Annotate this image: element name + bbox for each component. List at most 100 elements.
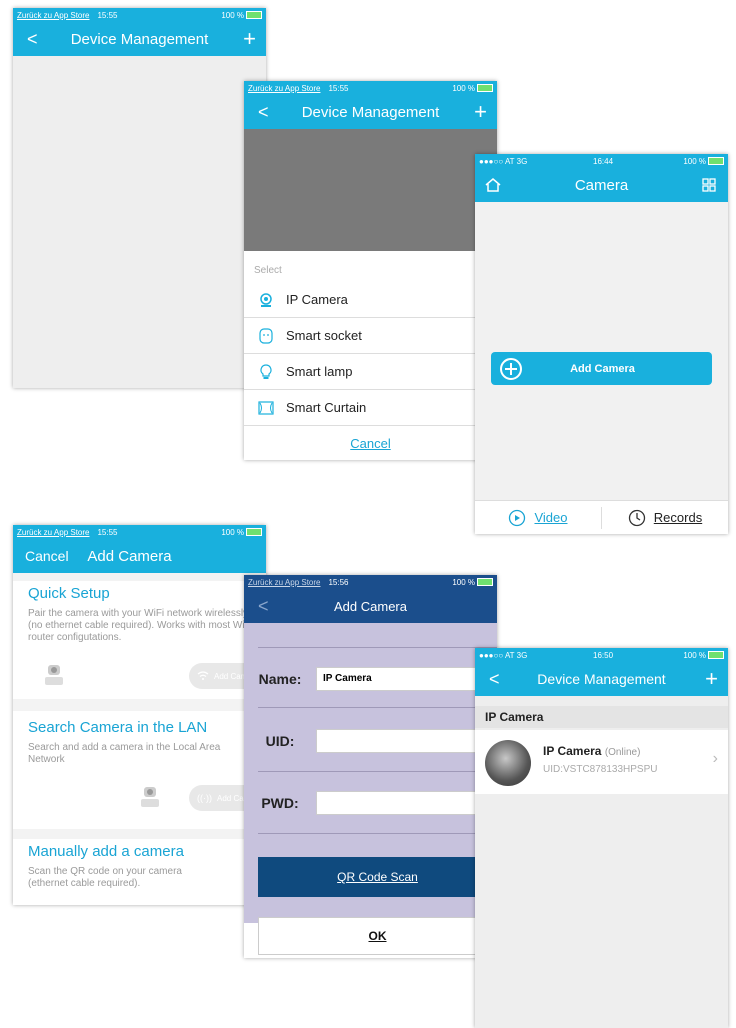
phone-add-camera-form: Zurück zu App Store 15:56 100 % < Add Ca… <box>244 575 497 958</box>
section-body: Search and add a camera in the Local Are… <box>28 742 221 765</box>
back-to-app-store-link[interactable]: Zurück zu App Store <box>248 578 320 587</box>
add-plus-icon[interactable]: + <box>705 662 718 696</box>
device-option-label: Smart socket <box>286 328 362 343</box>
section-heading: Quick Setup <box>28 585 110 602</box>
phone-camera-home: ●●●○○ AT 3G 16:44 100 % Camera Add Camer… <box>475 154 728 534</box>
back-chevron-icon[interactable]: < <box>489 662 500 696</box>
carrier: ●●●○○ AT 3G <box>479 156 528 166</box>
section-manual-add: Manually add a camera Scan the QR code o… <box>13 839 266 905</box>
device-uid: UID:VSTC878133HPSPU <box>543 764 658 775</box>
status-bar: ●●●○○ AT 3G 16:44 100 % <box>475 154 728 168</box>
nav-bar: < Add Camera <box>244 589 497 623</box>
uid-input[interactable] <box>316 729 497 753</box>
tab-video[interactable]: Video <box>475 509 601 527</box>
plus-circle-icon <box>500 357 522 380</box>
page-title: Add Camera <box>87 547 172 565</box>
section-header: IP Camera <box>475 706 728 728</box>
battery-icon <box>477 578 493 586</box>
grid-view-icon[interactable] <box>702 178 716 192</box>
page-title: Device Management <box>537 671 666 687</box>
phone-device-select-sheet: Zurück zu App Store 15:55 100 % < Device… <box>244 81 497 460</box>
status-bar: Zurück zu App Store 15:56 100 % <box>244 575 497 589</box>
smart-curtain-icon <box>258 400 274 415</box>
add-camera-label: Add Camera <box>570 362 635 375</box>
clock: 15:55 <box>97 10 118 20</box>
section-quick-setup: Quick Setup Pair the camera with your Wi… <box>13 581 266 699</box>
carrier: ●●●○○ AT 3G <box>479 650 528 660</box>
nav-bar: < Device Management + <box>244 95 497 129</box>
back-chevron-icon[interactable]: < <box>258 95 269 129</box>
status-bar: Zurück zu App Store 15:55 100 % <box>13 525 266 539</box>
page-title: Device Management <box>301 103 440 121</box>
battery-percent: 100 % <box>452 83 475 93</box>
sheet-title: Select <box>254 265 282 276</box>
add-cam-label: Add Cam <box>214 671 248 681</box>
battery-percent: 100 % <box>683 650 706 660</box>
tab-video-label: Video <box>534 510 568 525</box>
battery-icon <box>246 528 262 536</box>
clock: 15:55 <box>97 527 118 537</box>
device-option-label: IP Camera <box>286 292 348 307</box>
device-option-smart-socket[interactable]: Smart socket <box>244 318 497 354</box>
battery-icon <box>708 157 724 165</box>
phone-device-management-empty: Zurück zu App Store 15:55 100 % < Device… <box>13 8 266 388</box>
bottom-tab-bar: Video Records <box>475 500 728 534</box>
device-option-smart-curtain[interactable]: Smart Curtain <box>244 390 497 426</box>
device-option-ip-camera[interactable]: IP Camera <box>244 282 497 318</box>
home-icon[interactable] <box>485 178 501 192</box>
clock: 16:44 <box>593 156 614 166</box>
smart-socket-icon <box>259 327 273 344</box>
dim-overlay[interactable] <box>244 129 497 251</box>
phone-add-camera-options: Zurück zu App Store 15:55 100 % Cancel A… <box>13 525 266 905</box>
section-heading: Manually add a camera <box>28 843 184 860</box>
ok-button[interactable]: OK <box>258 917 497 955</box>
battery: 100 % <box>452 84 493 93</box>
section-heading: Search Camera in the LAN <box>28 719 208 736</box>
back-to-app-store-link[interactable]: Zurück zu App Store <box>17 11 89 20</box>
back-to-app-store-link[interactable]: Zurück zu App Store <box>17 528 89 537</box>
name-row: Name: IP Camera <box>244 667 497 691</box>
device-name: IP Camera <box>543 744 602 758</box>
page-title: Camera <box>574 176 629 194</box>
smart-lamp-icon <box>260 363 272 379</box>
device-option-label: Smart lamp <box>286 364 353 379</box>
pwd-input[interactable] <box>316 791 497 815</box>
battery-percent: 100 % <box>683 156 706 166</box>
ip-camera-icon <box>260 292 272 307</box>
add-camera-button[interactable]: Add Camera <box>491 352 712 385</box>
qr-code-scan-button[interactable]: QR Code Scan <box>258 857 497 897</box>
play-circle-icon <box>509 509 526 526</box>
device-option-smart-lamp[interactable]: Smart lamp <box>244 354 497 390</box>
device-row[interactable]: IP Camera (Online) UID:VSTC878133HPSPU › <box>475 730 728 794</box>
add-plus-icon[interactable]: + <box>243 22 256 56</box>
page-title: Device Management <box>70 30 209 48</box>
battery-icon <box>477 84 493 92</box>
uid-label: UID: <box>265 733 295 749</box>
back-chevron-icon[interactable]: < <box>258 589 269 623</box>
cancel-button[interactable]: Cancel <box>25 548 69 564</box>
device-option-label: Smart Curtain <box>286 400 367 415</box>
battery-icon <box>246 11 262 19</box>
device-title: IP Camera (Online) <box>543 744 640 758</box>
name-label: Name: <box>258 671 302 687</box>
page-title: Add Camera <box>334 598 407 614</box>
name-input[interactable]: IP Camera <box>316 667 497 691</box>
tab-records[interactable]: Records <box>602 509 728 527</box>
add-plus-icon[interactable]: + <box>474 95 487 129</box>
tab-records-label: Records <box>653 510 703 525</box>
camera-device-icon <box>45 665 63 685</box>
uid-row: UID: <box>244 729 497 753</box>
back-chevron-icon[interactable]: < <box>27 22 38 56</box>
clock: 15:55 <box>328 83 349 93</box>
qr-code-scan-label: QR Code Scan <box>337 870 418 884</box>
section-body: Pair the camera with your WiFi network w… <box>28 608 253 643</box>
battery-icon <box>708 651 724 659</box>
status-bar: ●●●○○ AT 3G 16:50 100 % <box>475 648 728 662</box>
camera-thumbnail <box>485 740 531 786</box>
back-to-app-store-link[interactable]: Zurück zu App Store <box>248 84 320 93</box>
divider <box>258 833 497 834</box>
form-area: Name: IP Camera UID: PWD: QR Code Scan <box>244 623 497 923</box>
phone-device-list: ●●●○○ AT 3G 16:50 100 % < Device Managem… <box>475 648 728 1028</box>
lan-signal-icon: ((·)) <box>197 793 212 803</box>
cancel-link[interactable]: Cancel <box>244 426 497 451</box>
